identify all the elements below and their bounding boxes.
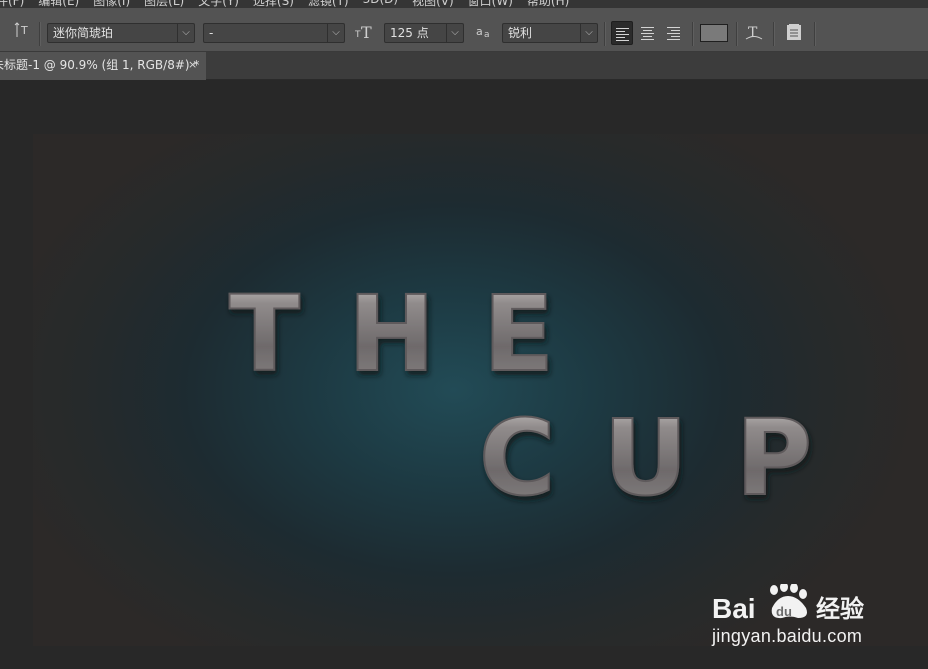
separator — [814, 22, 816, 46]
artwork: THE CUP — [228, 272, 860, 520]
artwork-line-2: CUP — [479, 397, 860, 519]
character-panel-icon[interactable] — [785, 23, 803, 45]
menu-item[interactable]: 帮助(H) — [527, 0, 569, 8]
svg-text:a: a — [476, 25, 483, 38]
menu-item[interactable]: 编辑(E) — [38, 0, 79, 8]
svg-text:du: du — [776, 604, 792, 619]
menu-item[interactable]: 件(F) — [0, 0, 24, 8]
font-family-value: 迷你简琥珀 — [53, 26, 114, 40]
font-size-select[interactable]: 125 点 ⌵ — [384, 23, 464, 43]
watermark-url: jingyan.baidu.com — [712, 626, 863, 646]
chevron-down-icon: ⌵ — [446, 24, 463, 42]
menu-item[interactable]: 文字(Y) — [198, 0, 239, 8]
options-bar: T 迷你简琥珀 ⌵ - ⌵ TT 125 点 ⌵ aa 锐利 ⌵ T — [0, 8, 928, 52]
document-tab-title: 未标题-1 @ 90.9% (组 1, RGB/8#) * — [0, 58, 200, 72]
svg-text:Bai: Bai — [712, 593, 756, 624]
svg-text:T: T — [20, 24, 28, 37]
menu-item[interactable]: 视图(V) — [412, 0, 454, 8]
artwork-line-1: THE — [229, 273, 602, 395]
baidu-jingyan-logo: Bai du 经验 — [712, 582, 882, 632]
svg-text:经验: 经验 — [816, 595, 864, 623]
menu-bar: 件(F) 编辑(E) 图像(I) 图层(L) 文字(Y) 选择(S) 滤镜(T) 3D(D) 视… — [0, 0, 928, 8]
svg-text:a: a — [484, 30, 490, 40]
align-center-button[interactable] — [637, 21, 659, 45]
font-style-value: - — [209, 26, 214, 40]
menu-item[interactable]: 图像(I) — [93, 0, 130, 8]
separator — [773, 22, 775, 46]
menu-item[interactable]: 3D(D) — [363, 0, 398, 8]
antialias-select[interactable]: 锐利 ⌵ — [502, 23, 598, 43]
antialias-icon: aa — [476, 23, 494, 45]
font-family-select[interactable]: 迷你简琥珀 ⌵ — [47, 23, 195, 43]
align-right-button[interactable] — [663, 21, 685, 45]
align-left-button[interactable] — [611, 21, 633, 45]
document-tab-bar: 未标题-1 @ 90.9% (组 1, RGB/8#) * × — [0, 52, 928, 80]
menu-item[interactable]: 图层(L) — [144, 0, 184, 8]
chevron-down-icon: ⌵ — [327, 24, 344, 42]
separator — [604, 22, 606, 46]
menu-item[interactable]: 窗口(W) — [468, 0, 513, 8]
chevron-down-icon: ⌵ — [177, 24, 194, 42]
close-icon[interactable]: × — [188, 52, 197, 78]
separator — [39, 22, 41, 46]
separator — [736, 22, 738, 46]
chevron-down-icon: ⌵ — [580, 24, 597, 42]
menu-item[interactable]: 滤镜(T) — [308, 0, 349, 8]
svg-text:T: T — [748, 25, 758, 41]
antialias-value: 锐利 — [508, 26, 533, 40]
document-tab[interactable]: 未标题-1 @ 90.9% (组 1, RGB/8#) * × — [0, 52, 206, 80]
separator — [692, 22, 694, 46]
document-canvas[interactable]: THE CUP — [33, 134, 928, 646]
font-style-select[interactable]: - ⌵ — [203, 23, 345, 43]
font-size-icon: TT — [354, 23, 375, 45]
warp-text-icon[interactable]: T — [745, 22, 763, 46]
text-color-swatch[interactable] — [700, 24, 728, 42]
svg-text:T: T — [361, 23, 372, 41]
text-orientation-toggle-icon[interactable]: T — [14, 21, 32, 43]
font-size-value: 125 点 — [390, 26, 429, 40]
menu-item[interactable]: 选择(S) — [253, 0, 294, 8]
